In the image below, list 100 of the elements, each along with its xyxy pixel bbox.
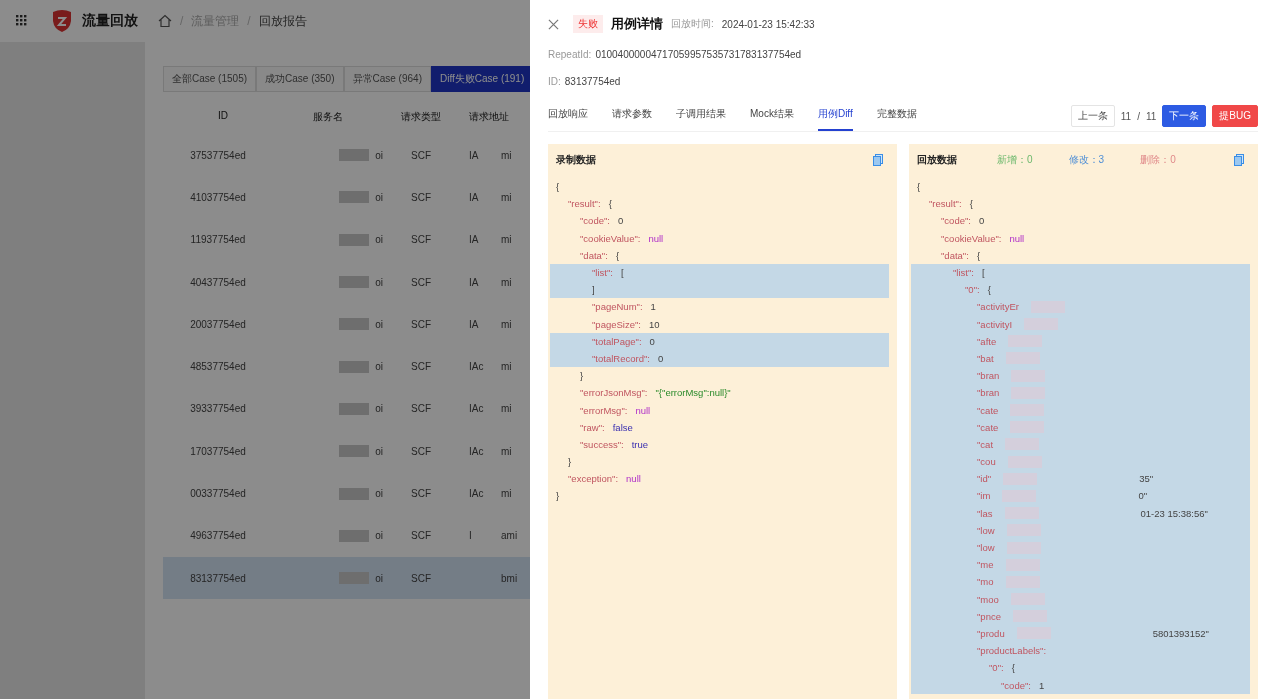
json-key: "0": — [965, 284, 980, 296]
bracket: { — [556, 181, 560, 193]
case-tab[interactable]: Diff失败Case (191) — [430, 66, 530, 92]
detail-tab[interactable]: 子调用结果 — [676, 101, 726, 131]
home-icon[interactable] — [158, 14, 172, 28]
table-row[interactable]: 17037754ed oi SCF IAc mi — [163, 430, 530, 473]
previous-button[interactable]: 上一条 — [1070, 105, 1115, 127]
json-key: "cate — [977, 421, 999, 433]
json-key: "cat — [977, 438, 994, 450]
column-header: ID — [217, 110, 229, 123]
table-cell: IA — [469, 234, 479, 246]
table-cell-text: 11937754ed — [189, 234, 247, 246]
drawer-title: 用例详情 — [611, 15, 663, 33]
column-header: 服务名 — [312, 110, 344, 124]
table-row[interactable]: 41037754ed oi SCF IA mi — [163, 176, 530, 219]
breadcrumb-item[interactable]: 回放报告 — [258, 12, 307, 30]
json-key: "code": — [1001, 679, 1031, 691]
redaction-block — [339, 191, 370, 204]
table-row[interactable]: 00337754ed oi SCF IAc mi — [163, 472, 530, 515]
detail-tab[interactable]: 完整数据 — [876, 101, 917, 131]
redaction-block — [339, 360, 370, 373]
json-key: "pageNum": — [592, 301, 643, 313]
redaction-block — [339, 318, 370, 331]
table-cell: oi — [375, 361, 383, 373]
bracket: { — [608, 198, 612, 210]
table-row[interactable]: 48537754ed oi SCF IAc mi — [163, 345, 530, 388]
table-cell: mi — [501, 276, 512, 288]
table-cell: IAc — [469, 361, 484, 373]
table-row[interactable]: 49637754ed oi SCF I ami — [163, 514, 530, 557]
json-value: null — [635, 404, 651, 416]
table-cell: oi — [375, 149, 383, 161]
apps-grid-icon[interactable] — [16, 15, 28, 27]
table-row[interactable]: 20037754ed oi SCF IA mi — [163, 303, 530, 346]
table-cell-text: 49637754ed — [189, 530, 247, 542]
json-value: 0 — [657, 352, 664, 364]
json-value: 0" — [1138, 490, 1148, 502]
report-bug-button[interactable]: 提BUG — [1212, 105, 1258, 127]
json-value: 10 — [649, 318, 660, 330]
json-key: "data": — [941, 249, 969, 261]
table-cell-text: SCF — [410, 276, 432, 288]
table-row[interactable]: 83137754ed oi SCF bmi — [163, 556, 530, 600]
json-value: 1 — [1039, 679, 1045, 691]
json-value: 0 — [979, 215, 985, 227]
bracket: } — [568, 456, 572, 468]
close-icon[interactable] — [548, 18, 559, 30]
json-key: "afte — [977, 335, 997, 347]
copy-icon[interactable] — [873, 154, 883, 166]
json-value: null — [1009, 232, 1025, 244]
table-cell: oi — [375, 403, 383, 415]
case-id: 83137754ed — [564, 76, 621, 87]
table-row[interactable]: 11937754ed oi SCF IA mi — [163, 218, 530, 261]
table-cell: I — [469, 530, 472, 542]
table-cell-text: SCF — [410, 403, 432, 415]
table-row[interactable]: 40437754ed oi SCF IA mi — [163, 260, 530, 304]
table-cell: mi — [501, 234, 512, 246]
table-cell: mi — [501, 361, 512, 373]
json-key: "code": — [580, 215, 610, 227]
detail-tab[interactable]: 请求参数 — [612, 101, 652, 131]
json-value: null — [648, 232, 664, 244]
json-key: "list": — [953, 267, 974, 279]
json-key: "activityI — [977, 318, 1013, 330]
detail-tab[interactable]: 用例Diff — [817, 101, 853, 131]
json-key: "productLabels": — [977, 645, 1047, 657]
page-separator: / — [1137, 110, 1140, 122]
shield-logo-icon — [50, 9, 74, 33]
table-cell: oi — [375, 191, 383, 203]
table-cell: oi — [375, 488, 383, 499]
json-key: "moo — [977, 593, 999, 605]
json-key: "pageSize": — [592, 318, 641, 330]
id-label: ID: — [548, 76, 561, 87]
bracket: } — [580, 370, 584, 382]
case-tab[interactable]: 全部Case (1505) — [163, 66, 257, 92]
case-tab[interactable]: 异常Case (964) — [343, 66, 431, 92]
table-row[interactable]: 37537754ed oi SCF IA mi — [163, 134, 530, 177]
redaction-block — [339, 402, 370, 415]
panel-title: 录制数据 — [556, 153, 596, 167]
json-key: "result": — [929, 198, 962, 210]
table-cell: IAc — [469, 403, 484, 415]
json-key: "cookieValue": — [941, 232, 1002, 244]
detail-tab[interactable]: 回放响应 — [548, 101, 588, 131]
copy-icon[interactable] — [1234, 154, 1244, 166]
detail-tab[interactable]: Mock结果 — [750, 101, 794, 131]
table-cell: bmi — [501, 572, 518, 584]
next-button[interactable]: 下一条 — [1162, 105, 1207, 127]
bracket: { — [976, 249, 981, 261]
json-key: "exception": — [568, 473, 619, 485]
table-cell-text: 00337754ed — [189, 488, 247, 499]
table-cell-text: 39337754ed — [189, 403, 247, 415]
table-cell-text: SCF — [410, 530, 432, 542]
case-tab[interactable]: 成功Case (350) — [256, 66, 344, 92]
json-key: "errorMsg": — [580, 404, 628, 416]
table-row[interactable]: 39337754ed oi SCF IAc mi — [163, 387, 530, 431]
json-key: "errorJsonMsg": — [580, 387, 648, 399]
redaction-block — [339, 276, 370, 289]
table-cell: oi — [375, 572, 383, 584]
json-key: "result": — [568, 198, 601, 210]
repeat-id-label: RepeatId: — [548, 49, 592, 60]
table-cell: mi — [501, 318, 512, 330]
json-value: 35" — [1139, 473, 1154, 485]
table-cell: IAc — [469, 445, 484, 457]
